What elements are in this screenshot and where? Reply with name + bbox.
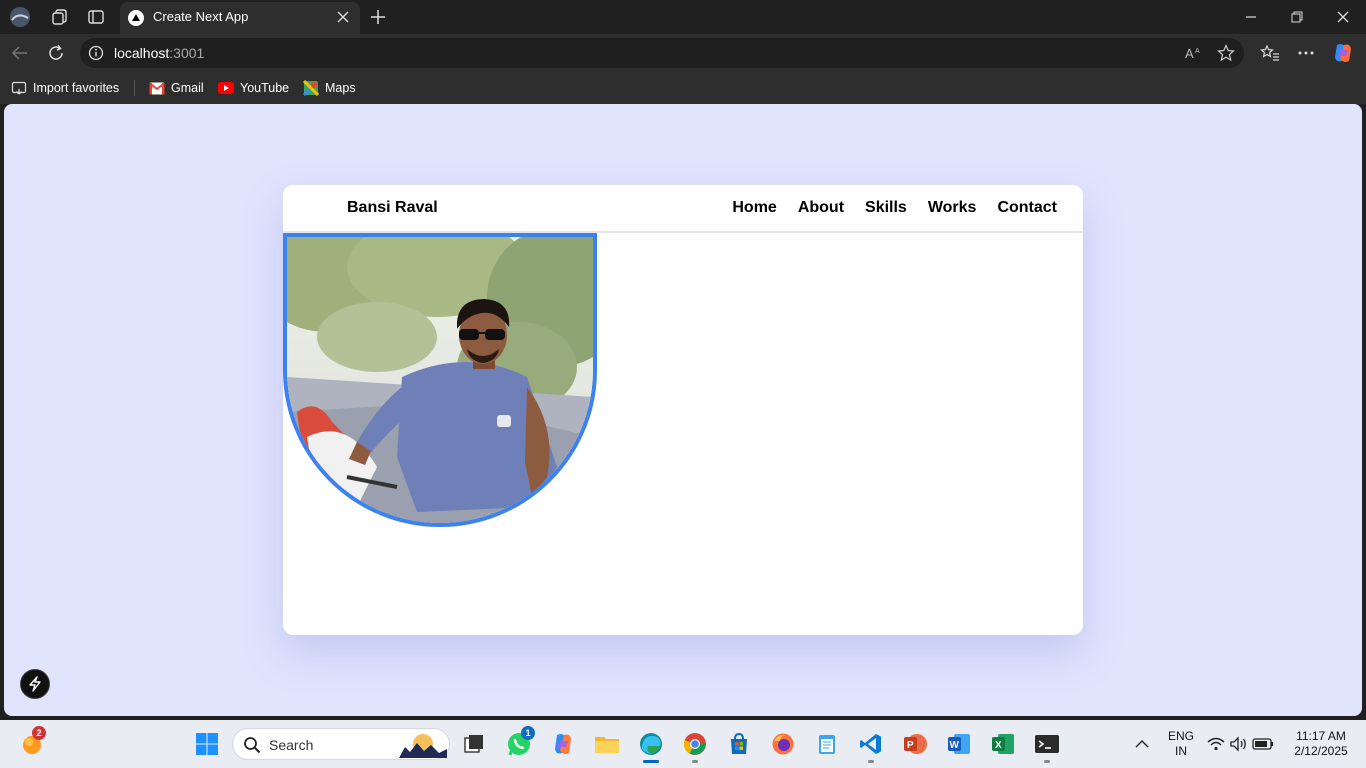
profile-avatar-icon[interactable] xyxy=(8,5,32,29)
clock[interactable]: 11:17 AM 2/12/2025 xyxy=(1286,729,1356,759)
youtube-icon xyxy=(218,80,234,96)
chrome-icon[interactable] xyxy=(679,728,711,763)
copilot-app-icon[interactable] xyxy=(547,728,579,760)
show-hidden-icons-chevron-icon[interactable] xyxy=(1126,728,1158,760)
nav-home[interactable]: Home xyxy=(732,199,776,217)
lightning-icon xyxy=(29,676,41,692)
favorite-label: YouTube xyxy=(240,81,290,95)
brand-name[interactable]: Bansi Raval xyxy=(347,199,438,217)
firefox-icon[interactable] xyxy=(767,728,799,760)
new-tab-icon[interactable] xyxy=(366,5,390,29)
nextjs-favicon-icon xyxy=(128,10,144,26)
whatsapp-badge: 1 xyxy=(521,726,535,740)
nextjs-dev-tools-button[interactable] xyxy=(20,669,50,699)
edge-browser-icon[interactable] xyxy=(635,728,667,763)
site-info-icon[interactable] xyxy=(88,45,104,61)
restore-icon[interactable] xyxy=(1274,0,1320,34)
vscode-icon[interactable] xyxy=(855,728,887,763)
favorite-import[interactable]: Import favorites xyxy=(11,80,119,96)
favorite-label: Maps xyxy=(325,81,356,95)
svg-text:A: A xyxy=(1195,48,1200,55)
site-navbar: Bansi Raval Home About Skills Works Cont… xyxy=(283,185,1083,233)
active-indicator xyxy=(643,760,659,763)
excel-icon[interactable]: X xyxy=(987,728,1019,760)
tab-actions-icon[interactable] xyxy=(84,5,108,29)
svg-text:P: P xyxy=(907,740,914,751)
svg-text:X: X xyxy=(995,740,1002,751)
more-menu-icon[interactable] xyxy=(1295,42,1317,64)
clock-date: 2/12/2025 xyxy=(1294,744,1348,758)
import-icon xyxy=(11,80,27,96)
windows-taskbar: 2 Search 1 P W X ENG IN 11:17 AM 2/12/20… xyxy=(0,720,1366,768)
address-text: localhost:3001 xyxy=(114,45,205,61)
nav-works[interactable]: Works xyxy=(928,199,977,217)
whatsapp-icon[interactable]: 1 xyxy=(503,726,535,760)
powerpoint-icon[interactable]: P xyxy=(899,728,931,760)
profile-photo xyxy=(283,233,597,527)
battery-icon xyxy=(1252,738,1273,750)
svg-text:A: A xyxy=(1185,46,1194,61)
wifi-icon xyxy=(1207,737,1225,751)
favorite-youtube[interactable]: YouTube xyxy=(218,80,289,96)
gmail-icon xyxy=(149,80,165,96)
read-aloud-icon[interactable]: AA xyxy=(1185,44,1203,62)
browser-tab-bar: Create Next App xyxy=(0,0,1366,34)
back-icon[interactable] xyxy=(9,42,31,64)
input-language-indicator[interactable]: ENG IN xyxy=(1162,729,1200,759)
nav-contact[interactable]: Contact xyxy=(997,199,1057,217)
browser-toolbar: localhost:3001 AA xyxy=(0,34,1366,72)
workspaces-icon[interactable] xyxy=(48,5,72,29)
lang-line-1: ENG xyxy=(1167,729,1194,743)
maps-icon xyxy=(303,80,319,96)
running-indicator xyxy=(868,760,874,763)
taskbar-search-box[interactable]: Search xyxy=(232,728,450,760)
favorite-gmail[interactable]: Gmail xyxy=(149,80,204,96)
minimize-icon[interactable] xyxy=(1228,0,1274,34)
running-indicator xyxy=(1044,760,1050,763)
file-explorer-icon[interactable] xyxy=(591,728,623,760)
favorite-label: Import favorites xyxy=(33,81,120,95)
lang-line-2: IN xyxy=(1175,744,1187,758)
microsoft-store-icon[interactable] xyxy=(723,728,755,760)
favorites-divider xyxy=(134,80,135,96)
search-highlight-icon xyxy=(399,734,447,758)
nav-links: Home About Skills Works Contact xyxy=(732,199,1057,217)
word-icon[interactable]: W xyxy=(943,728,975,760)
portfolio-card: Bansi Raval Home About Skills Works Cont… xyxy=(283,185,1083,635)
search-placeholder: Search xyxy=(269,737,314,753)
start-button-icon[interactable] xyxy=(191,728,223,760)
close-tab-icon[interactable] xyxy=(334,8,352,26)
page-viewport: Bansi Raval Home About Skills Works Cont… xyxy=(4,104,1362,716)
address-bar[interactable]: localhost:3001 AA xyxy=(80,38,1244,68)
weather-badge: 2 xyxy=(32,726,46,740)
notepad-icon[interactable] xyxy=(811,728,843,760)
nav-skills[interactable]: Skills xyxy=(865,199,907,217)
favorites-list-icon[interactable] xyxy=(1259,42,1281,64)
volume-icon xyxy=(1230,736,1246,752)
search-icon xyxy=(244,737,261,754)
clock-time: 11:17 AM xyxy=(1296,729,1346,743)
tab-title: Create Next App xyxy=(153,9,249,24)
tab-active[interactable]: Create Next App xyxy=(120,2,360,34)
running-indicator xyxy=(692,760,698,763)
svg-text:W: W xyxy=(950,740,960,751)
nav-about[interactable]: About xyxy=(798,199,844,217)
favorite-maps[interactable]: Maps xyxy=(303,80,356,96)
close-window-icon[interactable] xyxy=(1320,0,1366,34)
terminal-icon[interactable] xyxy=(1031,728,1063,763)
favorites-bar: Import favorites Gmail YouTube Maps xyxy=(0,72,1366,104)
favorite-star-icon[interactable] xyxy=(1217,44,1235,62)
refresh-icon[interactable] xyxy=(45,42,67,64)
favorite-label: Gmail xyxy=(171,81,204,95)
weather-widget-icon[interactable]: 2 xyxy=(16,726,48,760)
system-tray-status[interactable] xyxy=(1205,728,1285,760)
task-view-icon[interactable] xyxy=(458,728,490,760)
copilot-icon[interactable] xyxy=(1332,42,1354,64)
